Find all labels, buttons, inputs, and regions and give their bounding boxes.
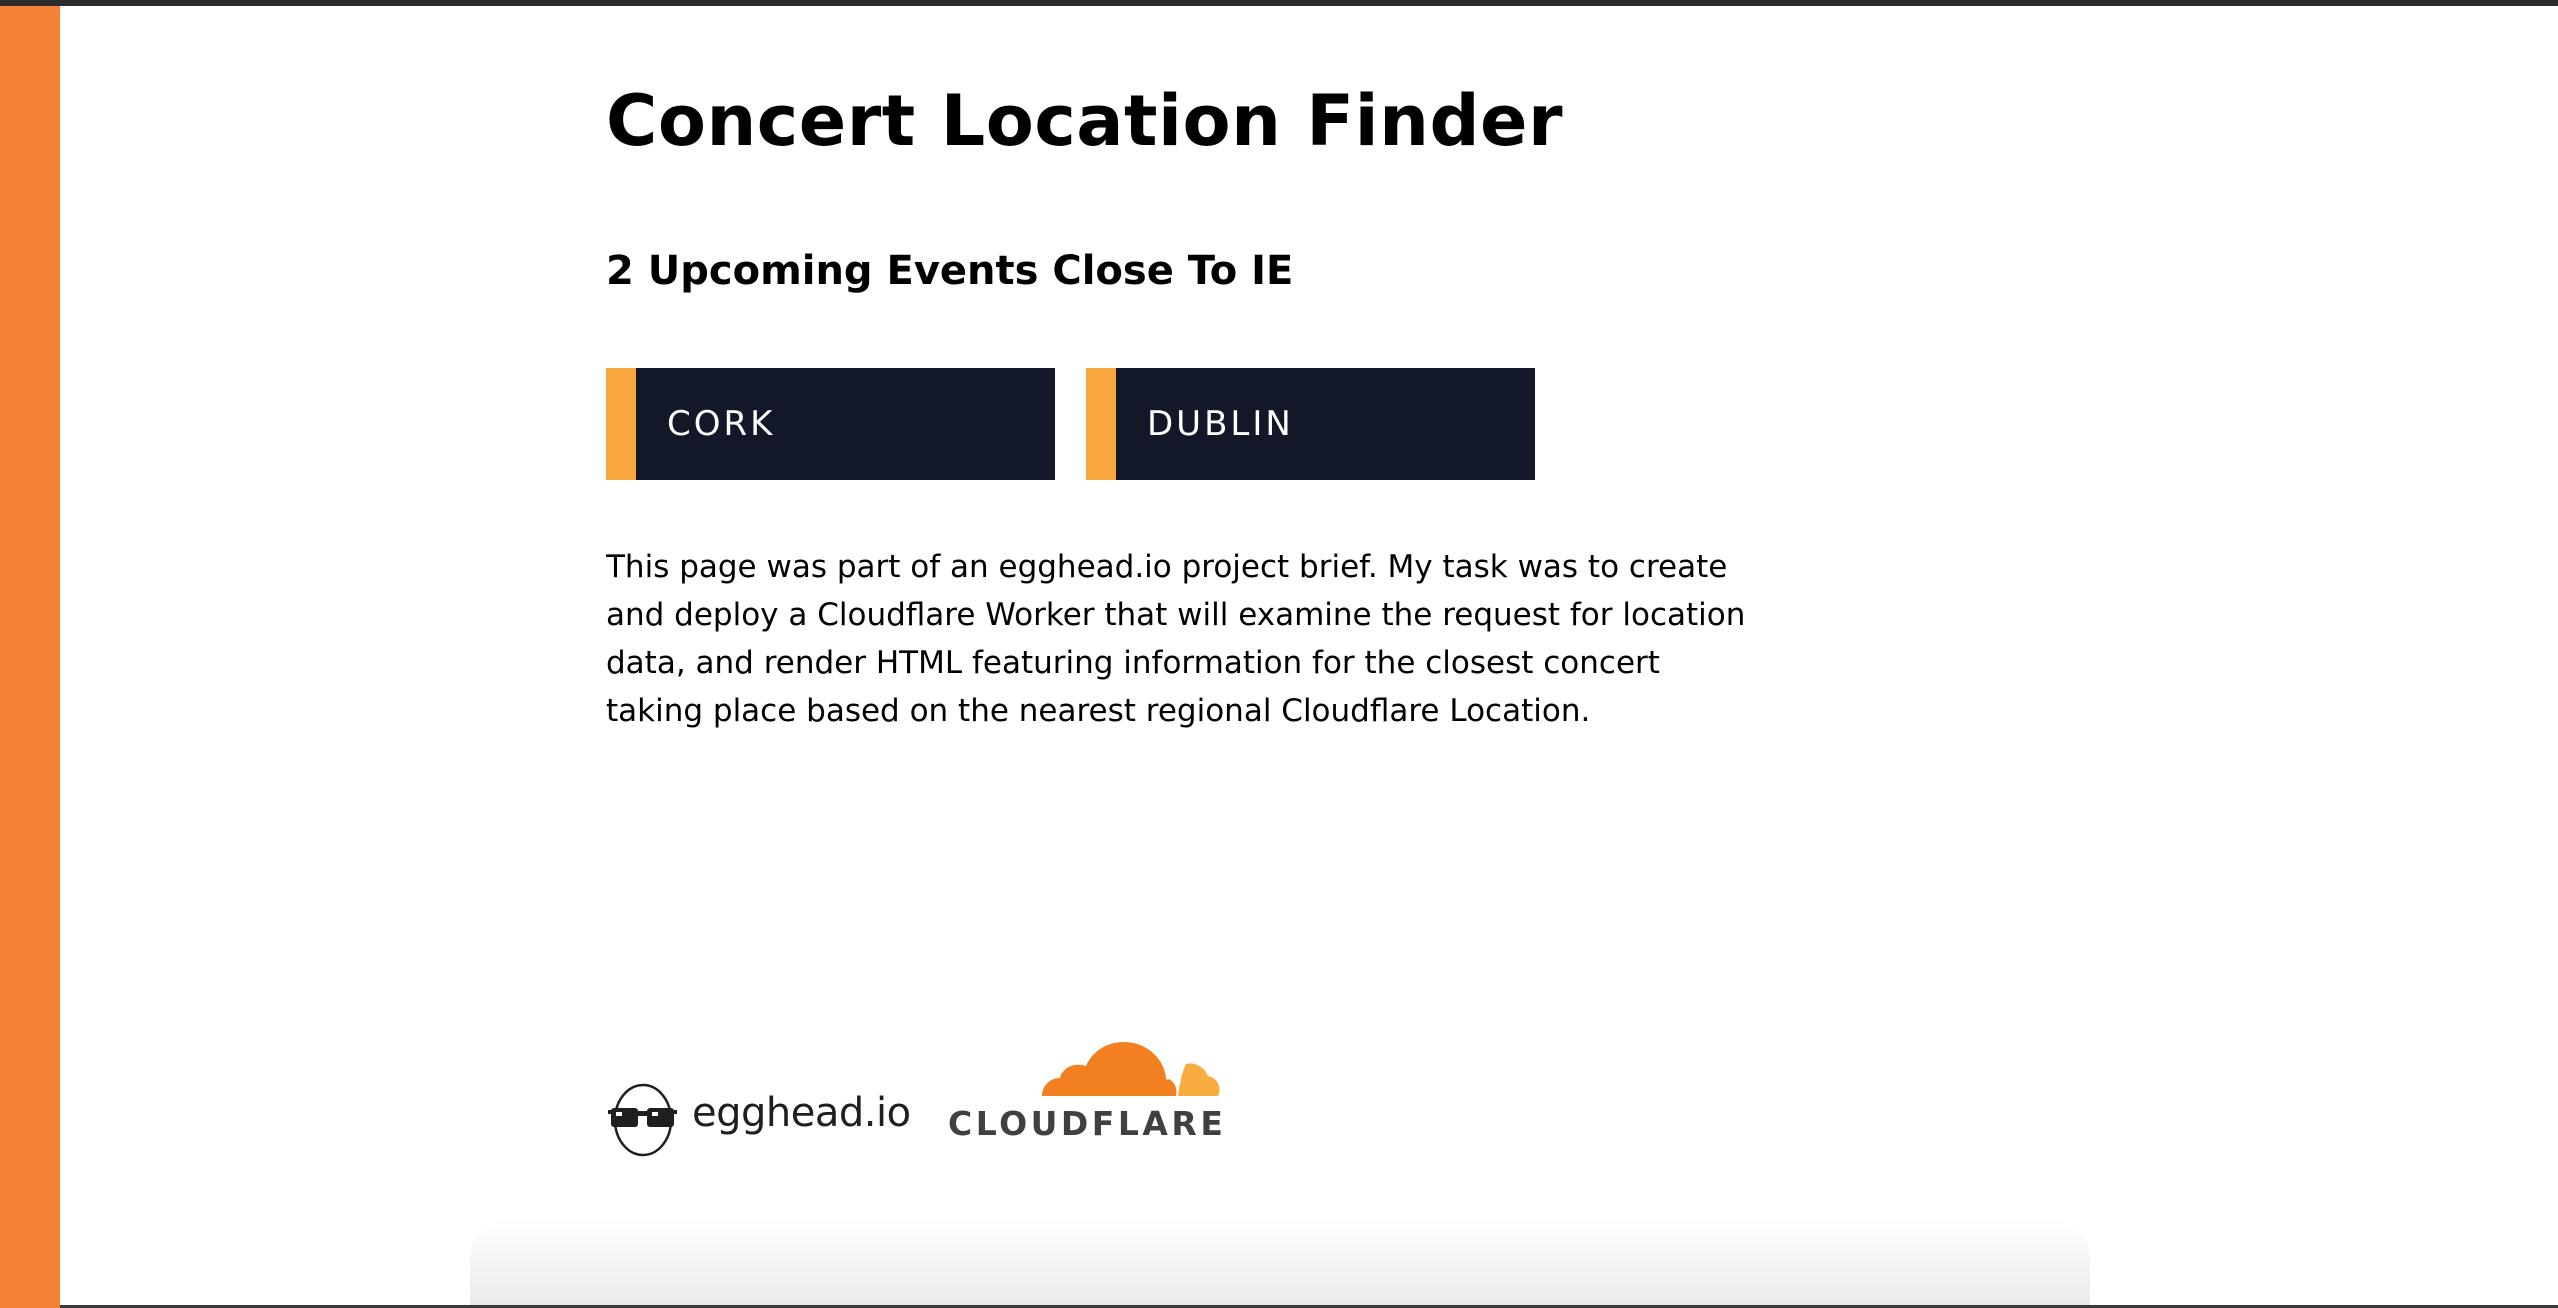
- bottom-shadow: [470, 1218, 2090, 1308]
- event-card-accent: [606, 368, 636, 480]
- left-accent-bar: [0, 6, 60, 1308]
- event-card-dublin[interactable]: DUBLIN: [1086, 368, 1535, 480]
- event-list: CORK DUBLIN: [606, 368, 1535, 480]
- page-title: Concert Location Finder: [606, 80, 1564, 162]
- egghead-logo-text: egghead.io: [692, 1090, 911, 1136]
- event-card-accent: [1086, 368, 1116, 480]
- project-description: This page was part of an egghead.io proj…: [606, 549, 1746, 729]
- event-card-cork[interactable]: CORK: [606, 368, 1055, 480]
- event-card-label: CORK: [667, 404, 776, 444]
- logo-row: egghead.io CLOUDFLARE: [606, 1032, 1246, 1162]
- events-heading: 2 Upcoming Events Close To IE: [606, 248, 1294, 294]
- cloudflare-logo-text: CLOUDFLARE: [948, 1104, 1227, 1143]
- event-card-label: DUBLIN: [1147, 404, 1294, 444]
- window-top-border: [0, 0, 2558, 6]
